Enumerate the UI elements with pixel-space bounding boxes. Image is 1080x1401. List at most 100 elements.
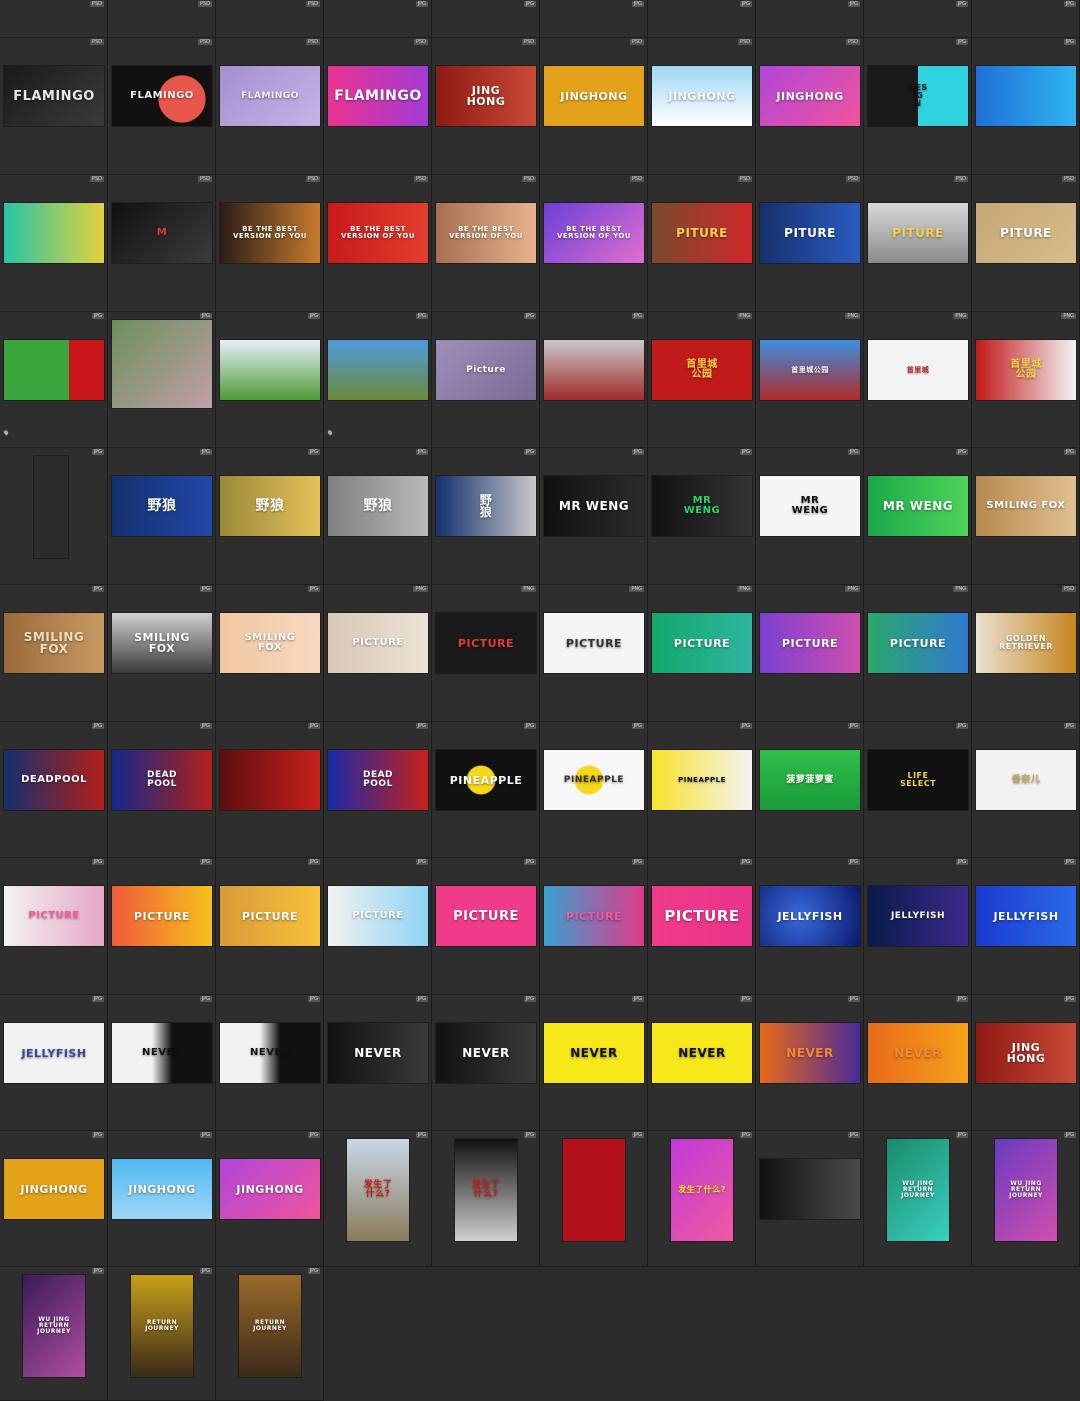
file-thumbnail[interactable]: JPG 菠萝菠萝蜜: [756, 722, 864, 858]
file-thumbnail[interactable]: JPG 发生了 什么?: [432, 1131, 540, 1267]
file-thumbnail[interactable]: JPG WU JING RETURN JOURNEY: [864, 1131, 972, 1267]
file-thumbnail[interactable]: JPG NEVER: [540, 995, 648, 1131]
file-thumbnail[interactable]: JPG: [756, 1131, 864, 1267]
file-thumbnail[interactable]: JPG JELLYFISH: [864, 858, 972, 995]
file-thumbnail[interactable]: PNG PICTURE: [432, 585, 540, 722]
file-thumbnail[interactable]: PSD BE THE BEST VERSION OF YOU: [540, 175, 648, 312]
file-thumbnail[interactable]: JPG Picture: [432, 312, 540, 448]
file-thumbnail[interactable]: PSD FLAMINGO: [216, 38, 324, 175]
file-thumbnail[interactable]: JPG RETURN JOURNEY: [216, 1267, 324, 1401]
file-thumbnail[interactable]: JPG NEVER: [324, 995, 432, 1131]
file-thumbnail[interactable]: PNG PICTURE: [648, 585, 756, 722]
file-thumbnail[interactable]: PNG 首里城 公园: [648, 312, 756, 448]
file-thumbnail[interactable]: PSD: [216, 0, 324, 38]
file-thumbnail[interactable]: PSD BE THE BEST VERSION OF YOU: [324, 175, 432, 312]
file-thumbnail[interactable]: JPG NEVER: [216, 995, 324, 1131]
file-thumbnail[interactable]: PSD FLAMINGO: [0, 38, 108, 175]
file-thumbnail[interactable]: JPG 野狼: [216, 448, 324, 585]
file-thumbnail[interactable]: PNG PICTURE: [324, 585, 432, 722]
file-thumbnail[interactable]: PSD JINGHONG: [648, 38, 756, 175]
file-thumbnail[interactable]: JPG SMILING FOX: [108, 585, 216, 722]
file-thumbnail[interactable]: PSD: [108, 0, 216, 38]
file-thumbnail[interactable]: JPG PICTURE: [108, 858, 216, 995]
file-thumbnail[interactable]: JPG SMILING FOX: [0, 585, 108, 722]
file-thumbnail[interactable]: JPG NEVER: [432, 995, 540, 1131]
file-thumbnail[interactable]: PSD GOLDEN RETRIEVER: [972, 585, 1080, 722]
file-thumbnail[interactable]: JPG JINGHONG: [216, 1131, 324, 1267]
file-thumbnail[interactable]: JPG 野 狼: [432, 448, 540, 585]
file-thumbnail[interactable]: JPG: [432, 0, 540, 38]
file-thumbnail[interactable]: JPG SMILING FOX: [216, 585, 324, 722]
file-thumbnail[interactable]: PSD: [0, 0, 108, 38]
file-thumbnail[interactable]: PSD FLAMINGO: [324, 38, 432, 175]
file-thumbnail[interactable]: JPG: [972, 0, 1080, 38]
file-thumbnail[interactable]: JPG: [0, 448, 108, 585]
file-thumbnail[interactable]: JPG DES IG N: [864, 38, 972, 175]
file-thumbnail[interactable]: JPG SMILING FOX: [972, 448, 1080, 585]
file-thumbnail[interactable]: PSD BE THE BEST VERSION OF YOU: [216, 175, 324, 312]
file-thumbnail[interactable]: PSD M: [108, 175, 216, 312]
file-thumbnail[interactable]: JPG: [540, 0, 648, 38]
file-thumbnail[interactable]: JPG 野狼: [108, 448, 216, 585]
file-thumbnail[interactable]: JPG JING HONG: [972, 995, 1080, 1131]
file-thumbnail[interactable]: JPG JINGHONG: [108, 1131, 216, 1267]
file-thumbnail[interactable]: PSD FLAMINGO: [108, 38, 216, 175]
file-thumbnail[interactable]: JPG WU JING RETURN JOURNEY: [0, 1267, 108, 1401]
file-thumbnail[interactable]: JPG NEVER: [648, 995, 756, 1131]
file-thumbnail[interactable]: JPG JELLYFISH: [0, 995, 108, 1131]
file-thumbnail[interactable]: JPG 香奈儿: [972, 722, 1080, 858]
file-thumbnail[interactable]: JPG PICTURE: [648, 858, 756, 995]
file-thumbnail[interactable]: PNG 首里城: [864, 312, 972, 448]
file-thumbnail[interactable]: JPG: [216, 312, 324, 448]
file-thumbnail[interactable]: JPG PICTURE: [324, 858, 432, 995]
file-thumbnail[interactable]: JPG: [648, 0, 756, 38]
file-thumbnail[interactable]: JPG PICTURE: [216, 858, 324, 995]
file-thumbnail[interactable]: JPG PICTURE: [540, 858, 648, 995]
file-thumbnail[interactable]: JPG PINEAPPLE: [432, 722, 540, 858]
file-thumbnail[interactable]: PSD PITURE: [648, 175, 756, 312]
file-thumbnail[interactable]: PSD: [0, 175, 108, 312]
file-thumbnail[interactable]: JPG: [972, 38, 1080, 175]
file-thumbnail[interactable]: PSD PITURE: [756, 175, 864, 312]
file-thumbnail[interactable]: PNG 首里城公园: [756, 312, 864, 448]
file-thumbnail[interactable]: JPG PINEAPPLE: [648, 722, 756, 858]
file-thumbnail[interactable]: JPG DEAD POOL: [324, 722, 432, 858]
file-thumbnail[interactable]: JPG DEADPOOL: [0, 722, 108, 858]
file-thumbnail[interactable]: JPG: [216, 722, 324, 858]
file-thumbnail[interactable]: JPG PICTURE: [0, 858, 108, 995]
file-thumbnail[interactable]: JPG MR WENG: [648, 448, 756, 585]
file-thumbnail[interactable]: JPG: [540, 312, 648, 448]
file-thumbnail[interactable]: JPG JINGHONG: [0, 1131, 108, 1267]
file-thumbnail[interactable]: JPG MR WENG: [540, 448, 648, 585]
file-thumbnail[interactable]: JPG: [324, 312, 432, 448]
file-thumbnail[interactable]: JPG 野狼: [324, 448, 432, 585]
file-thumbnail[interactable]: PNG PICTURE: [756, 585, 864, 722]
file-thumbnail[interactable]: JPG PINEAPPLE: [540, 722, 648, 858]
file-thumbnail[interactable]: JPG: [108, 312, 216, 448]
file-thumbnail[interactable]: JPG NEVER: [108, 995, 216, 1131]
file-thumbnail[interactable]: PSD BE THE BEST VERSION OF YOU: [432, 175, 540, 312]
file-thumbnail[interactable]: JPG: [0, 312, 108, 448]
file-thumbnail[interactable]: JPG PICTURE: [432, 858, 540, 995]
file-thumbnail[interactable]: PNG 首里城 公园: [972, 312, 1080, 448]
file-thumbnail[interactable]: JPG 发生了什么?: [648, 1131, 756, 1267]
file-thumbnail[interactable]: PSD JINGHONG: [756, 38, 864, 175]
file-thumbnail[interactable]: JPG 发生了 什么?: [324, 1131, 432, 1267]
file-thumbnail[interactable]: JPG: [324, 0, 432, 38]
file-thumbnail[interactable]: JPG MR WENG: [756, 448, 864, 585]
file-thumbnail[interactable]: PNG PICTURE: [540, 585, 648, 722]
file-thumbnail[interactable]: JPG NEVER: [756, 995, 864, 1131]
file-thumbnail[interactable]: PNG PICTURE: [864, 585, 972, 722]
file-thumbnail[interactable]: JPG: [756, 0, 864, 38]
file-thumbnail[interactable]: PSD PITURE: [972, 175, 1080, 312]
file-thumbnail[interactable]: JPG DEAD POOL: [108, 722, 216, 858]
file-thumbnail[interactable]: PSD PITURE: [864, 175, 972, 312]
file-thumbnail[interactable]: JPG NEVER: [864, 995, 972, 1131]
file-thumbnail[interactable]: JPG JELLYFISH: [756, 858, 864, 995]
file-thumbnail[interactable]: JPG RETURN JOURNEY: [108, 1267, 216, 1401]
file-thumbnail[interactable]: PSD JINGHONG: [540, 38, 648, 175]
file-thumbnail[interactable]: PSD JING HONG: [432, 38, 540, 175]
file-thumbnail[interactable]: JPG JELLYFISH: [972, 858, 1080, 995]
file-thumbnail[interactable]: JPG MR WENG: [864, 448, 972, 585]
file-thumbnail[interactable]: JPG LIFE SELECT: [864, 722, 972, 858]
